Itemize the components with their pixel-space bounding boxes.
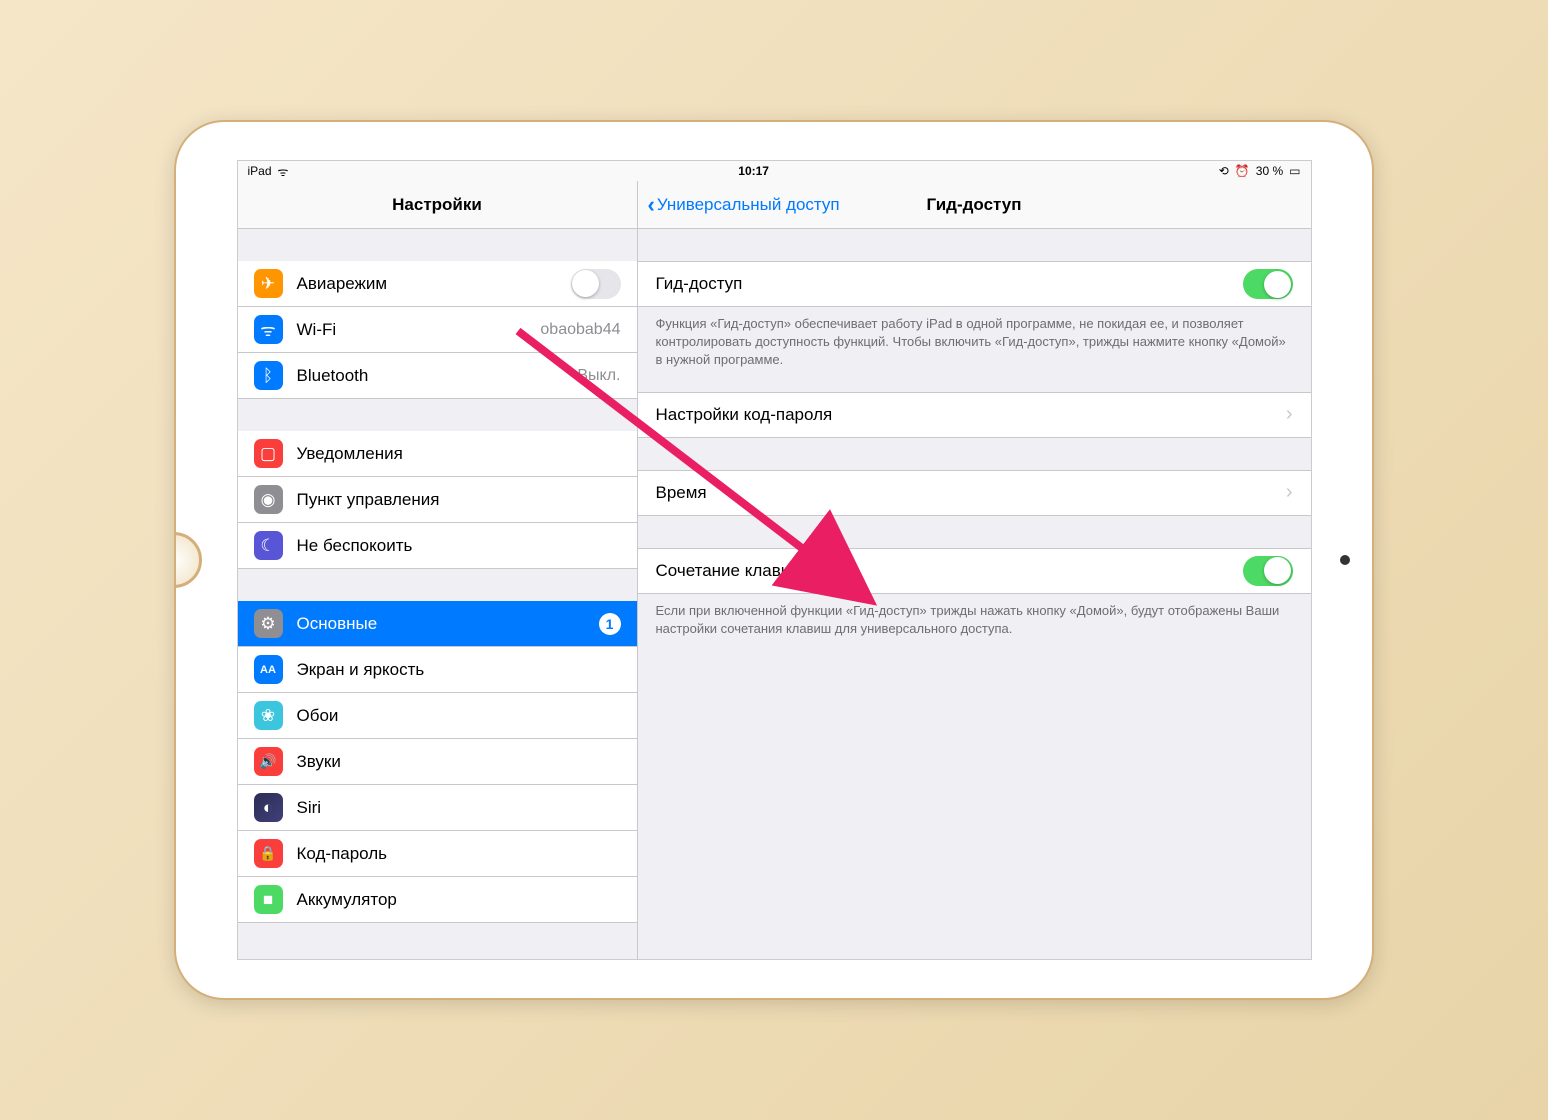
sidebar-item-airplane[interactable]: ✈ Авиарежим — [238, 261, 637, 307]
sidebar-item-control-center[interactable]: ◉ Пункт управления — [238, 477, 637, 523]
chevron-right-icon: › — [1286, 481, 1293, 504]
shortcut-toggle[interactable] — [1243, 556, 1293, 586]
wifi-icon: ᯤ — [278, 163, 289, 180]
display-icon: AA — [254, 655, 283, 684]
time-row[interactable]: Время › — [638, 470, 1311, 516]
control-center-icon: ◉ — [254, 485, 283, 514]
shortcut-footer: Если при включенной функции «Гид-доступ»… — [638, 594, 1311, 646]
passcode-settings-row[interactable]: Настройки код-пароля › — [638, 392, 1311, 438]
sidebar-item-sounds[interactable]: 🔊 Звуки — [238, 739, 637, 785]
battery-percent: 30 % — [1256, 164, 1283, 178]
settings-sidebar: Настройки ✈ Авиарежим ᯤ Wi-Fi obaobab44 … — [238, 181, 638, 959]
guided-access-row[interactable]: Гид-доступ — [638, 261, 1311, 307]
shortcut-row[interactable]: Сочетание клавиш — [638, 548, 1311, 594]
main-panel: ‹ Универсальный доступ Гид-доступ Гид-до… — [638, 181, 1311, 959]
siri-icon: ◐ — [254, 793, 283, 822]
sidebar-item-siri[interactable]: ◐ Siri — [238, 785, 637, 831]
chevron-right-icon: › — [1286, 403, 1293, 426]
sidebar-item-wifi[interactable]: ᯤ Wi-Fi obaobab44 — [238, 307, 637, 353]
front-camera — [1340, 555, 1350, 565]
wifi-icon: ᯤ — [254, 315, 283, 344]
guided-access-toggle[interactable] — [1243, 269, 1293, 299]
chevron-left-icon: ‹ — [648, 192, 655, 218]
sidebar-item-general[interactable]: ⚙ Основные 1 — [238, 601, 637, 647]
status-time: 10:17 — [738, 164, 769, 178]
device-label: iPad — [248, 164, 272, 178]
sidebar-title: Настройки — [238, 181, 637, 229]
main-header: ‹ Универсальный доступ Гид-доступ — [638, 181, 1311, 229]
lock-icon: 🔒 — [254, 839, 283, 868]
home-button[interactable] — [174, 532, 202, 588]
screen: iPad ᯤ 10:17 ⟲ ⏰ 30 % ▭ Настройки ✈ Авиа… — [237, 160, 1312, 960]
speaker-icon: 🔊 — [254, 747, 283, 776]
alarm-icon: ⏰ — [1235, 164, 1250, 178]
airplane-toggle[interactable] — [571, 269, 621, 299]
gear-icon: ⚙ — [254, 609, 283, 638]
battery-icon: ■ — [254, 885, 283, 914]
sidebar-item-wallpaper[interactable]: ❀ Обои — [238, 693, 637, 739]
ipad-frame: iPad ᯤ 10:17 ⟲ ⏰ 30 % ▭ Настройки ✈ Авиа… — [174, 120, 1374, 1000]
sidebar-item-battery[interactable]: ■ Аккумулятор — [238, 877, 637, 923]
back-button[interactable]: ‹ Универсальный доступ — [648, 192, 840, 218]
battery-icon: ▭ — [1289, 164, 1300, 178]
sidebar-item-bluetooth[interactable]: ᛒ Bluetooth Выкл. — [238, 353, 637, 399]
orientation-lock-icon: ⟲ — [1219, 164, 1229, 178]
moon-icon: ☾ — [254, 531, 283, 560]
page-title: Гид-доступ — [927, 195, 1022, 215]
wallpaper-icon: ❀ — [254, 701, 283, 730]
sidebar-item-display[interactable]: AA Экран и яркость — [238, 647, 637, 693]
airplane-icon: ✈ — [254, 269, 283, 298]
badge: 1 — [599, 613, 621, 635]
sidebar-item-passcode[interactable]: 🔒 Код-пароль — [238, 831, 637, 877]
bluetooth-icon: ᛒ — [254, 361, 283, 390]
guided-access-footer: Функция «Гид-доступ» обеспечивает работу… — [638, 307, 1311, 378]
sidebar-item-notifications[interactable]: ▢ Уведомления — [238, 431, 637, 477]
sidebar-item-dnd[interactable]: ☾ Не беспокоить — [238, 523, 637, 569]
notifications-icon: ▢ — [254, 439, 283, 468]
status-bar: iPad ᯤ 10:17 ⟲ ⏰ 30 % ▭ — [238, 161, 1311, 181]
